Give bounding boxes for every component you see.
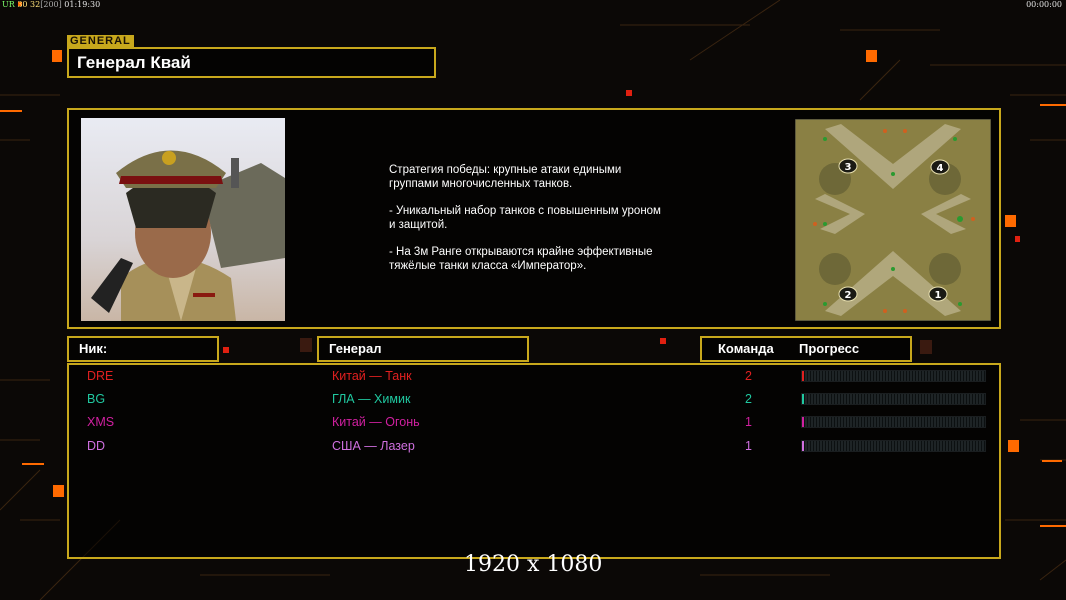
player-general: Китай — Танк xyxy=(332,369,412,383)
player-team: 1 xyxy=(745,415,752,429)
player-progress-bar xyxy=(801,416,986,428)
header-progress: Прогресс xyxy=(799,341,860,356)
header-team-progress: Команда Прогресс xyxy=(700,336,912,362)
general-tag-label: GENERAL xyxy=(67,35,134,47)
strategy-line-3: - На 3м Ранге открываются крайне эффекти… xyxy=(389,246,653,272)
header-nick: Ник: xyxy=(67,336,219,362)
strategy-description: Стратегия победы: крупные атаки едиными … xyxy=(389,163,719,286)
player-nick: BG xyxy=(87,392,106,406)
start-position-2: 2 xyxy=(845,290,852,301)
general-portrait-image xyxy=(81,118,285,321)
player-nick: DD xyxy=(87,439,106,453)
general-name-title: Генерал Квай xyxy=(67,47,436,78)
players-panel: DRE Китай — Танк 2 BG ГЛА — Химик 2 XMS … xyxy=(67,363,1001,559)
hud-timer: 00:00:00 xyxy=(1026,0,1062,9)
player-progress-bar xyxy=(801,370,986,382)
start-position-3: 3 xyxy=(845,162,852,173)
general-info-panel: Стратегия победы: крупные атаки едиными … xyxy=(67,108,1001,329)
player-team: 2 xyxy=(745,392,752,406)
header-general: Генерал xyxy=(317,336,529,362)
player-nick: XMS xyxy=(87,415,115,429)
hud-fps: 30 xyxy=(17,0,28,9)
strategy-line-1: Стратегия победы: крупные атаки едиными … xyxy=(389,164,622,190)
minimap-preview: 3 4 2 1 xyxy=(795,119,991,321)
header-team: Команда xyxy=(718,341,774,356)
player-row: XMS Китай — Огонь 1 xyxy=(69,411,999,435)
hud-fps-max: [200] xyxy=(40,0,62,9)
player-general: США — Лазер xyxy=(332,439,415,453)
player-general: Китай — Огонь xyxy=(332,415,420,429)
player-row: DRE Китай — Танк 2 xyxy=(69,365,999,389)
hud-clock: 01:19:30 xyxy=(64,0,101,9)
player-nick: DRE xyxy=(87,369,114,383)
player-row: DD США — Лазер 1 xyxy=(69,435,999,459)
player-team: 1 xyxy=(745,439,752,453)
resolution-label: 1920 x 1080 xyxy=(464,552,603,577)
hud-performance-readout: ÜR 30 32[200] 01:19:30 xyxy=(2,0,100,9)
player-progress-bar xyxy=(801,393,986,405)
player-team: 2 xyxy=(745,369,752,383)
start-position-1: 1 xyxy=(935,290,942,301)
player-row: BG ГЛА — Химик 2 xyxy=(69,388,999,412)
player-progress-bar xyxy=(801,440,986,452)
hud-fps-limit: 32 xyxy=(30,0,41,9)
strategy-line-2: - Уникальный набор танков с повышенным у… xyxy=(389,205,661,231)
player-general: ГЛА — Химик xyxy=(332,392,411,406)
start-position-4: 4 xyxy=(937,163,944,174)
hud-prefix: ÜR xyxy=(2,0,15,9)
